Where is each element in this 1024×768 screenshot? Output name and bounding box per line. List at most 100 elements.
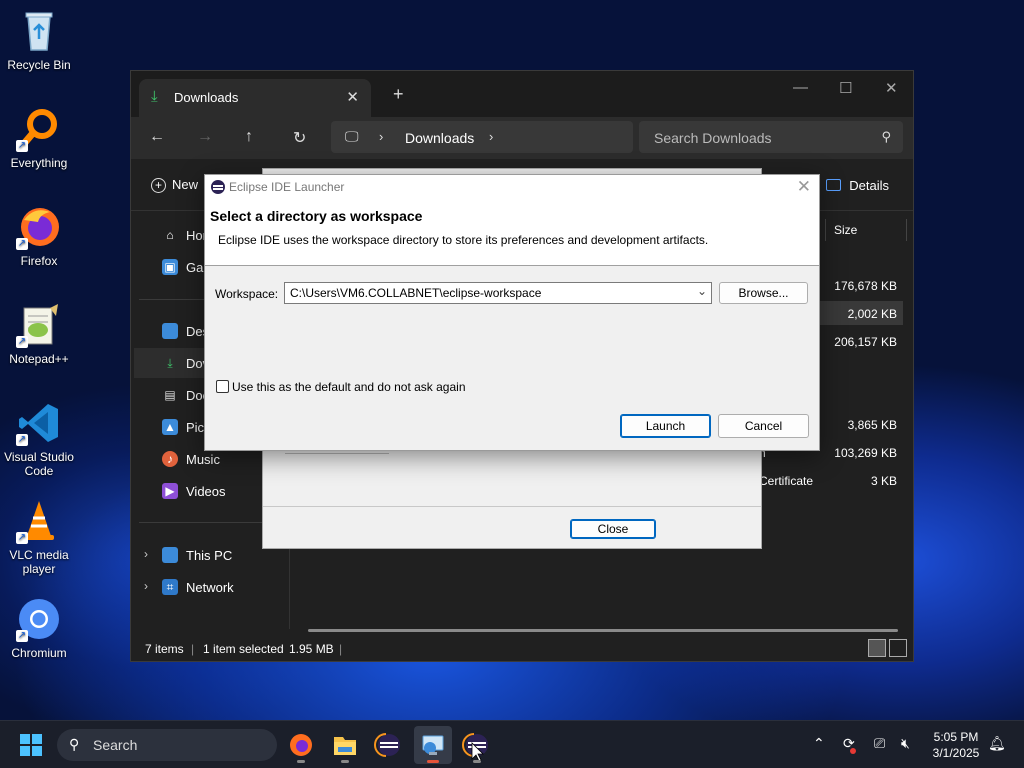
taskbar-search[interactable]: ⚲ Search bbox=[57, 729, 277, 761]
desktop-icon-label: Everything bbox=[10, 156, 68, 170]
magnifier-icon: ↗ bbox=[16, 106, 62, 152]
taskbar: ⚲ Search ⌃ ⟳ ⎚ 🔇︎ 5:05 PM 3/1/2025 🔔︎ bbox=[0, 720, 1024, 768]
taskbar-clock[interactable]: 5:05 PM 3/1/2025 bbox=[928, 729, 984, 761]
file-size: 2,002 KB bbox=[847, 307, 897, 321]
notification-bell-icon[interactable]: 🔔︎ bbox=[988, 735, 1006, 752]
firefox-icon: ↗ bbox=[16, 204, 62, 250]
address-bar[interactable]: 🖵 › Downloads › bbox=[331, 121, 633, 153]
volume-muted-icon[interactable]: 🔇︎ bbox=[901, 735, 910, 752]
sidebar-divider bbox=[139, 522, 279, 523]
column-header-label: Size bbox=[834, 223, 858, 237]
chevron-right-icon[interactable]: › bbox=[144, 579, 148, 593]
running-indicator bbox=[473, 760, 481, 763]
desktop-icon-vlc[interactable]: ↗ VLC media player bbox=[0, 498, 78, 576]
back-arrow-icon[interactable]: ← bbox=[149, 128, 165, 146]
chromium-icon: ↗ bbox=[16, 596, 62, 642]
windows-logo-icon bbox=[20, 746, 30, 756]
cancel-button[interactable]: Cancel bbox=[718, 414, 809, 438]
dialog-titlebar: Eclipse IDE Launcher ✕ bbox=[205, 175, 819, 199]
file-size: 3 KB bbox=[870, 474, 897, 488]
vlc-cone-icon: ↗ bbox=[16, 498, 62, 544]
view-toggle bbox=[865, 639, 907, 657]
sidebar-item-label: Network bbox=[186, 580, 234, 595]
dialog-footer-divider bbox=[263, 506, 761, 507]
running-indicator bbox=[427, 760, 439, 763]
chevron-up-icon[interactable]: ⌃ bbox=[813, 735, 825, 752]
default-workspace-checkbox[interactable] bbox=[216, 380, 229, 393]
monitor-icon: 🖵 bbox=[345, 128, 359, 144]
network-icon: ⌗ bbox=[162, 579, 178, 595]
tab-downloads[interactable]: ⤓ Downloads ✕ bbox=[139, 79, 371, 117]
selection-count: 1 item selected bbox=[203, 642, 284, 656]
desktop-icon-notepad-plus-plus[interactable]: ↗ Notepad++ bbox=[0, 302, 78, 366]
desktop-icon-chromium[interactable]: ↗ Chromium bbox=[0, 596, 78, 660]
start-button[interactable] bbox=[20, 734, 42, 756]
desktop-icon-recycle-bin[interactable]: Recycle Bin bbox=[0, 8, 78, 72]
desktop-icon-everything[interactable]: ↗ Everything bbox=[0, 106, 78, 170]
explorer-navbar: ← → ↑ ↻ 🖵 › Downloads › Search Downloads… bbox=[131, 117, 913, 159]
file-size: 3,865 KB bbox=[847, 418, 897, 432]
desktop-icon-firefox[interactable]: ↗ Firefox bbox=[0, 204, 78, 268]
sidebar-item-network[interactable]: › ⌗ Network bbox=[134, 572, 286, 602]
new-tab-button[interactable]: + bbox=[393, 84, 404, 105]
sidebar-item-label: Videos bbox=[186, 484, 226, 499]
taskbar-eclipse[interactable] bbox=[370, 726, 408, 764]
taskbar-remote-desktop[interactable] bbox=[414, 726, 452, 764]
workspace-combobox[interactable]: C:\Users\VM6.COLLABNET\eclipse-workspace… bbox=[284, 282, 712, 304]
maximize-icon[interactable]: ☐ bbox=[839, 79, 852, 97]
eclipse-launcher-dialog: Eclipse IDE Launcher ✕ Select a director… bbox=[204, 174, 820, 451]
chevron-right-icon[interactable]: › bbox=[379, 129, 383, 144]
details-view-icon[interactable] bbox=[868, 639, 886, 657]
taskbar-file-explorer[interactable] bbox=[326, 726, 364, 764]
chevron-down-icon[interactable]: ⌄ bbox=[697, 284, 707, 298]
desktop-icon-label: Chromium bbox=[11, 646, 67, 660]
tab-label: Downloads bbox=[174, 90, 239, 105]
horizontal-scrollbar[interactable] bbox=[308, 629, 898, 632]
running-indicator bbox=[297, 760, 305, 763]
windows-logo-icon bbox=[20, 734, 30, 744]
forward-arrow-icon[interactable]: → bbox=[197, 128, 213, 146]
document-icon: ▤ bbox=[164, 388, 176, 402]
breadcrumb-downloads[interactable]: Downloads bbox=[405, 130, 474, 146]
video-icon: ▶ bbox=[162, 483, 178, 499]
launch-button[interactable]: Launch bbox=[620, 414, 711, 438]
close-tab-icon[interactable]: ✕ bbox=[346, 88, 359, 106]
dialog-description: Eclipse IDE uses the workspace directory… bbox=[218, 233, 709, 247]
taskbar-firefox[interactable] bbox=[282, 726, 320, 764]
file-size: 103,269 KB bbox=[834, 446, 897, 460]
tiles-view-icon[interactable] bbox=[889, 639, 907, 657]
remote-desktop-icon bbox=[422, 735, 444, 755]
close-button[interactable]: Close bbox=[570, 519, 656, 539]
plus-circle-icon: + bbox=[151, 178, 166, 193]
desktop-icon-label: Visual Studio Code bbox=[4, 450, 74, 478]
close-window-icon[interactable]: ✕ bbox=[885, 79, 898, 97]
chevron-right-icon[interactable]: › bbox=[144, 547, 148, 561]
desktop-icon-label: Firefox bbox=[20, 254, 58, 268]
close-icon[interactable]: ✕ bbox=[797, 177, 811, 197]
running-indicator bbox=[341, 760, 349, 763]
column-header-size[interactable]: Size bbox=[825, 219, 907, 241]
dialog-title: Eclipse IDE Launcher bbox=[229, 180, 345, 194]
details-pane-icon bbox=[826, 179, 842, 191]
clock-date: 3/1/2025 bbox=[932, 746, 980, 760]
network-status-icon[interactable]: ⎚ bbox=[874, 735, 885, 752]
explorer-titlebar: ⤓ Downloads ✕ + — ☐ ✕ bbox=[131, 71, 913, 117]
pictures-icon: ▲ bbox=[162, 419, 178, 435]
folder-icon bbox=[334, 737, 356, 755]
details-pane-button[interactable]: Details bbox=[826, 178, 889, 193]
chevron-right-icon[interactable]: › bbox=[489, 129, 493, 144]
new-button[interactable]: + New bbox=[151, 177, 198, 193]
dialog-heading: Select a directory as workspace bbox=[210, 208, 423, 224]
shortcut-arrow-icon: ↗ bbox=[16, 532, 28, 544]
search-placeholder: Search Downloads bbox=[654, 130, 772, 146]
default-workspace-checkbox-label[interactable]: Use this as the default and do not ask a… bbox=[232, 380, 466, 394]
refresh-icon[interactable]: ↻ bbox=[293, 128, 306, 148]
workspace-path: C:\Users\VM6.COLLABNET\eclipse-workspace bbox=[290, 286, 542, 300]
search-downloads-input[interactable]: Search Downloads ⚲ bbox=[639, 121, 903, 153]
minimize-icon[interactable]: — bbox=[793, 79, 808, 96]
taskbar-eclipse-launcher[interactable] bbox=[458, 726, 496, 764]
up-arrow-icon[interactable]: ↑ bbox=[245, 128, 253, 146]
desktop-icon-vscode[interactable]: ↗ Visual Studio Code bbox=[0, 400, 78, 478]
sync-icon[interactable]: ⟳ bbox=[843, 735, 856, 754]
browse-button[interactable]: Browse... bbox=[719, 282, 808, 304]
